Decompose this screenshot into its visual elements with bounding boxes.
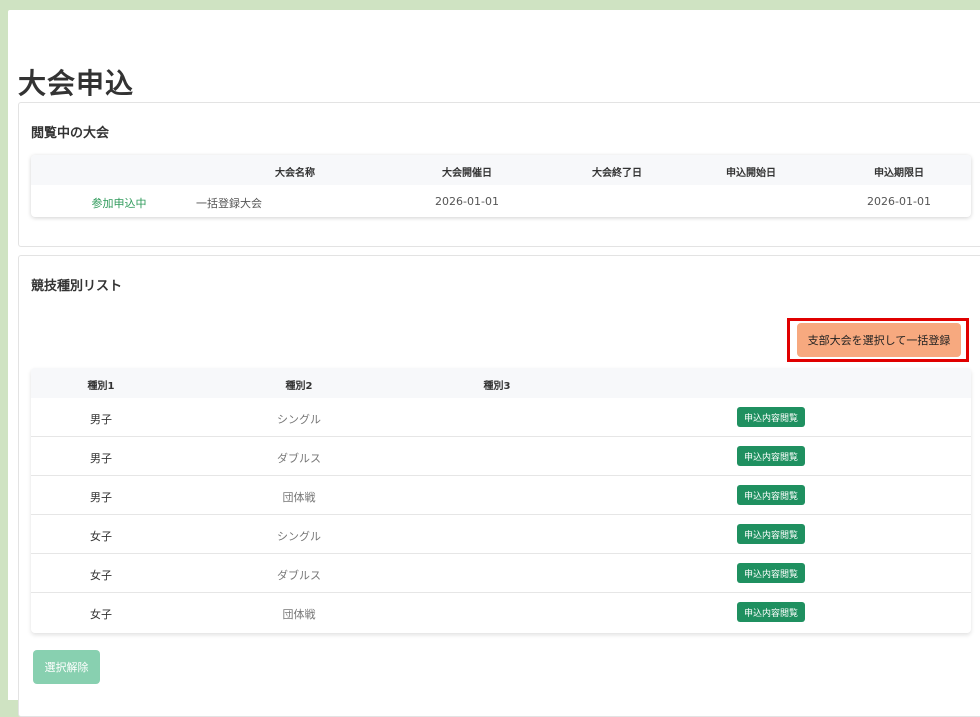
header-end-date: 大会終了日 bbox=[592, 168, 642, 179]
header-tournament-name: 大会名称 bbox=[275, 168, 315, 179]
tournament-apply-deadline: 2026-01-01 bbox=[867, 195, 931, 208]
header-type2: 種別2 bbox=[285, 381, 313, 392]
cell-type2: ダブルス bbox=[277, 569, 321, 582]
table-row: 男子 団体戦 申込内容閲覧 bbox=[31, 476, 971, 515]
event-list-card: 競技種別リスト 支部大会を選択して一括登録 種別1 種別2 種別3 男子 シング… bbox=[18, 255, 980, 717]
bulk-register-button[interactable]: 支部大会を選択して一括登録 bbox=[797, 323, 961, 357]
viewing-section-title: 閲覧中の大会 bbox=[31, 126, 110, 141]
table-row: 女子 団体戦 申込内容閲覧 bbox=[31, 593, 971, 632]
view-application-button[interactable]: 申込内容閲覧 bbox=[737, 524, 805, 544]
table-row: 女子 シングル 申込内容閲覧 bbox=[31, 515, 971, 554]
header-type3: 種別3 bbox=[483, 381, 511, 392]
tournament-start-date: 2026-01-01 bbox=[435, 195, 499, 208]
clear-selection-button[interactable]: 選択解除 bbox=[33, 650, 100, 684]
events-section-title: 競技種別リスト bbox=[31, 279, 123, 294]
cell-type2: ダブルス bbox=[277, 452, 321, 465]
cell-type1: 女子 bbox=[90, 569, 112, 582]
cell-type2: 団体戦 bbox=[282, 491, 316, 504]
cell-type1: 女子 bbox=[90, 608, 112, 621]
cell-type2: 団体戦 bbox=[282, 608, 316, 621]
view-application-button[interactable]: 申込内容閲覧 bbox=[737, 602, 805, 622]
page-container: 大会申込 閲覧中の大会 大会名称 大会開催日 大会終了日 申込開始日 申込期限日… bbox=[8, 10, 980, 717]
view-application-button[interactable]: 申込内容閲覧 bbox=[737, 407, 805, 427]
event-table-header: 種別1 種別2 種別3 bbox=[31, 368, 971, 398]
view-application-button[interactable]: 申込内容閲覧 bbox=[737, 563, 805, 583]
header-start-date: 大会開催日 bbox=[442, 168, 492, 179]
cell-type1: 男子 bbox=[90, 452, 112, 465]
header-apply-deadline: 申込期限日 bbox=[874, 168, 924, 179]
table-row: 女子 ダブルス 申込内容閲覧 bbox=[31, 554, 971, 593]
view-application-button[interactable]: 申込内容閲覧 bbox=[737, 485, 805, 505]
cell-type1: 男子 bbox=[90, 491, 112, 504]
cell-type2: シングル bbox=[277, 530, 321, 543]
event-table: 種別1 種別2 種別3 男子 シングル 申込内容閲覧 男子 ダブルス 申込内容閲… bbox=[31, 368, 971, 633]
tournament-name: 一括登録大会 bbox=[196, 197, 262, 210]
viewing-tournament-card: 閲覧中の大会 大会名称 大会開催日 大会終了日 申込開始日 申込期限日 参加申込… bbox=[18, 102, 980, 247]
cell-type2: シングル bbox=[277, 413, 321, 426]
status-badge: 参加申込中 bbox=[91, 197, 147, 210]
cell-type1: 女子 bbox=[90, 530, 112, 543]
table-row: 男子 シングル 申込内容閲覧 bbox=[31, 398, 971, 437]
header-type1: 種別1 bbox=[87, 381, 115, 392]
tournament-table: 大会名称 大会開催日 大会終了日 申込開始日 申込期限日 参加申込中 一括登録大… bbox=[31, 155, 971, 217]
table-row: 男子 ダブルス 申込内容閲覧 bbox=[31, 437, 971, 476]
cell-type1: 男子 bbox=[90, 413, 112, 426]
tournament-table-header: 大会名称 大会開催日 大会終了日 申込開始日 申込期限日 bbox=[31, 155, 971, 185]
header-apply-start: 申込開始日 bbox=[726, 168, 776, 179]
view-application-button[interactable]: 申込内容閲覧 bbox=[737, 446, 805, 466]
page-title: 大会申込 bbox=[18, 67, 135, 100]
